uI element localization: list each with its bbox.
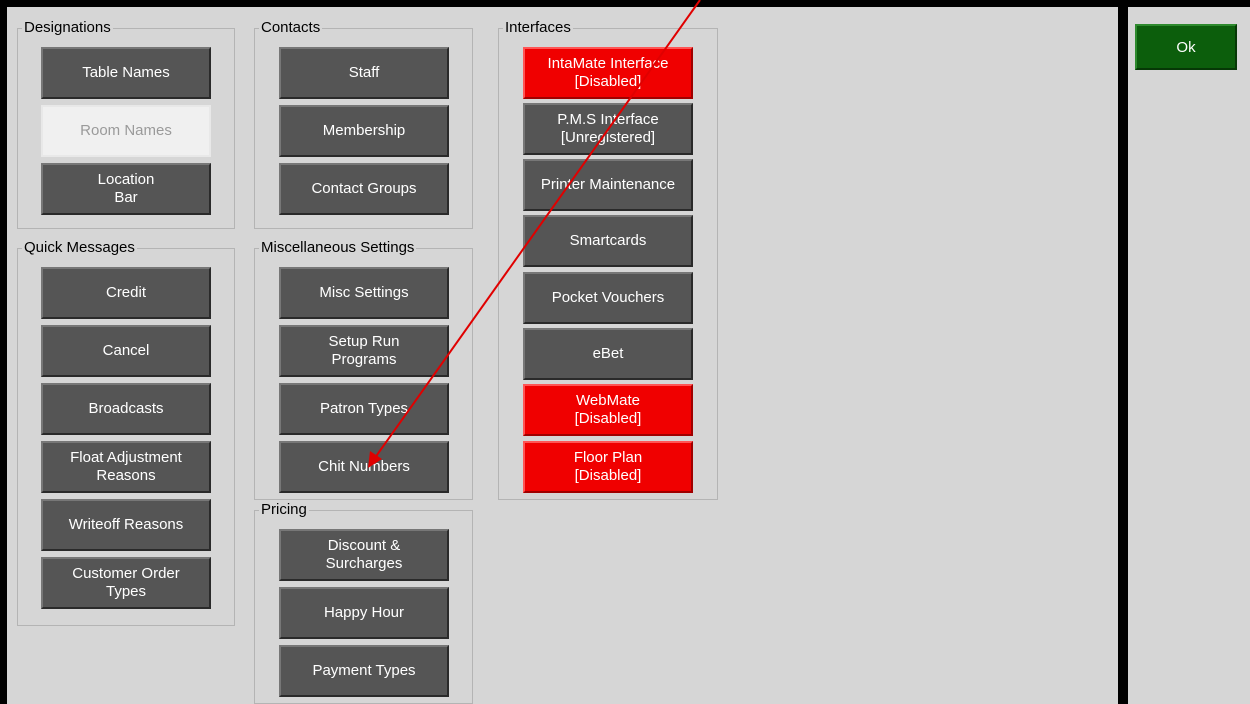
annotation-arrow-line bbox=[371, 0, 701, 463]
annotation-arrow bbox=[368, 0, 701, 468]
annotation-arrow-head bbox=[368, 451, 382, 468]
